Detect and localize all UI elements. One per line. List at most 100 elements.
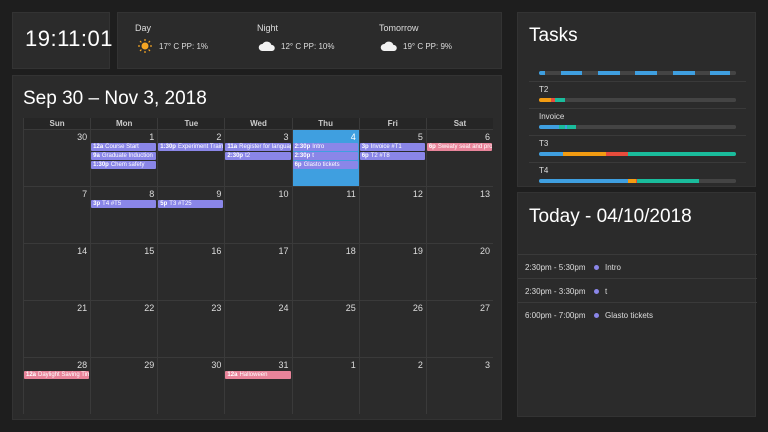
calendar-day-cell[interactable]: 14: [23, 243, 91, 300]
today-panel: Today - 04/10/2018 2:30pm - 5:30pm Intro 2…: [517, 192, 757, 417]
day-number: 15: [144, 246, 155, 256]
calendar-event[interactable]: 6p Glasto tickets: [292, 161, 358, 169]
calendar-day-cell[interactable]: 30: [23, 129, 91, 186]
day-number: 2: [417, 360, 423, 370]
calendar-event[interactable]: 1:30p Chem safety: [91, 161, 157, 169]
calendar-day-cell[interactable]: 9: [157, 186, 225, 243]
calendar-day-cell[interactable]: 31: [224, 357, 292, 414]
task-progress-segment: [637, 179, 699, 183]
calendar-day-cell[interactable]: 2: [358, 357, 426, 414]
calendar-day-cell[interactable]: 12: [358, 186, 426, 243]
calendar-event[interactable]: 2:30p t2: [225, 152, 291, 160]
calendar-day-cell[interactable]: 10: [224, 186, 292, 243]
calendar-day-cell[interactable]: 29: [90, 357, 158, 414]
day-number: 1: [149, 132, 155, 142]
calendar-event[interactable]: 1:30pExperiment Training: [158, 143, 224, 151]
calendar-title: Sep 30 – Nov 3, 2018: [23, 88, 207, 109]
calendar-day-cell[interactable]: 21: [23, 300, 91, 357]
event-title: Glasto tickets: [303, 162, 340, 168]
calendar-event[interactable]: 3p Invoice #T1: [359, 143, 425, 151]
task-progress-bar: [539, 71, 736, 75]
calendar-day-cell[interactable]: 22: [90, 300, 158, 357]
day-number: 7: [82, 189, 88, 199]
event-time: 12a: [227, 372, 238, 378]
event-dot-icon: [594, 313, 599, 318]
day-number: 4: [350, 132, 356, 142]
task-progress-segment: [605, 152, 628, 156]
agenda-item[interactable]: 2:30pm - 3:30pm t: [518, 278, 757, 302]
calendar-day-cell[interactable]: 13: [425, 186, 493, 243]
calendar-day-cell[interactable]: 20: [425, 243, 493, 300]
weather-day-label: Day: [135, 23, 152, 33]
event-time: 11a: [227, 144, 238, 150]
day-number: 25: [345, 303, 356, 313]
weather-tomorrow: Tomorrow 19° C PP: 9%: [379, 23, 452, 53]
event-dot-icon: [594, 265, 599, 270]
calendar-event[interactable]: 2:30p Intro: [292, 143, 358, 151]
event-time: 3p: [361, 144, 369, 150]
event-time: 2:30p: [294, 153, 311, 159]
task-label: Invoice: [539, 112, 565, 121]
calendar-day-cell[interactable]: 27: [425, 300, 493, 357]
day-number: 12: [412, 189, 423, 199]
event-time: 5p: [160, 201, 168, 207]
event-time: 2:30p: [227, 153, 244, 159]
event-time: 1:30p: [93, 162, 109, 168]
calendar-day-cell[interactable]: 19: [358, 243, 426, 300]
calendar-day-cell[interactable]: 2: [157, 129, 225, 186]
calendar-event[interactable]: 6p Sweaty seat and pro: [426, 143, 492, 151]
calendar-day-cell[interactable]: 18: [291, 243, 359, 300]
calendar-event[interactable]: 6p T2 #T8: [359, 152, 425, 160]
calendar-day-cell[interactable]: 6: [425, 129, 493, 186]
calendar-day-cell[interactable]: 23: [157, 300, 225, 357]
calendar-event[interactable]: 2:30p t: [292, 152, 358, 160]
day-number: 2: [216, 132, 222, 142]
day-number: 6: [484, 132, 490, 142]
task-label: T2: [539, 85, 549, 94]
calendar-day-cell[interactable]: 25: [291, 300, 359, 357]
calendar-event[interactable]: 3p T4 #T5: [91, 200, 157, 208]
calendar-day-cell[interactable]: 28: [23, 357, 91, 414]
event-title: Invoice #T1: [370, 144, 402, 150]
weather-day-text: 17° C PP: 1%: [159, 41, 208, 51]
calendar-day-cell[interactable]: 26: [358, 300, 426, 357]
calendar-day-cell[interactable]: 11: [291, 186, 359, 243]
task-progress-segment: [672, 71, 695, 75]
calendar-event[interactable]: 12a Halloween: [225, 371, 291, 379]
task-divider: [529, 135, 746, 136]
calendar-day-cell[interactable]: 16: [157, 243, 225, 300]
day-number: 3: [484, 360, 490, 370]
day-number: 31: [278, 360, 289, 370]
calendar-day-cell[interactable]: 8: [90, 186, 158, 243]
calendar-event[interactable]: 9a Graduate Induction: [91, 152, 157, 160]
calendar-day-cell[interactable]: 30: [157, 357, 225, 414]
cloud-icon: [257, 39, 277, 53]
task-progress-bar: [539, 98, 736, 102]
agenda-title: Glasto tickets: [605, 311, 654, 320]
calendar-event[interactable]: 5p T3 #T25: [158, 200, 224, 208]
calendar-event[interactable]: 12a Daylight Saving Time: [24, 371, 90, 379]
calendar-event[interactable]: 11aRegister for language: [225, 143, 291, 151]
weekday-header: Thu: [291, 118, 359, 129]
calendar-day-cell[interactable]: 1: [291, 357, 359, 414]
calendar-day-cell[interactable]: 24: [224, 300, 292, 357]
event-time: 12a: [93, 144, 104, 150]
day-number: 24: [278, 303, 289, 313]
day-number: 21: [77, 303, 88, 313]
agenda-item[interactable]: 6:00pm - 7:00pm Glasto tickets: [518, 302, 757, 326]
calendar-day-cell[interactable]: 17: [224, 243, 292, 300]
weekday-header: Mon: [90, 118, 158, 129]
calendar-day-cell[interactable]: 3: [425, 357, 493, 414]
event-title: T3 #T25: [169, 201, 192, 207]
event-title: Intro: [312, 144, 325, 150]
weekday-header: Fri: [358, 118, 426, 129]
agenda-item[interactable]: 2:30pm - 5:30pm Intro: [518, 254, 757, 278]
event-time: 3p: [93, 201, 101, 207]
today-title: Today - 04/10/2018: [529, 206, 692, 227]
day-number: 27: [479, 303, 490, 313]
calendar-day-cell[interactable]: 7: [23, 186, 91, 243]
calendar-event[interactable]: 12a Course Start: [91, 143, 157, 151]
day-number: 13: [479, 189, 490, 199]
day-number: 26: [412, 303, 423, 313]
calendar-day-cell[interactable]: 15: [90, 243, 158, 300]
